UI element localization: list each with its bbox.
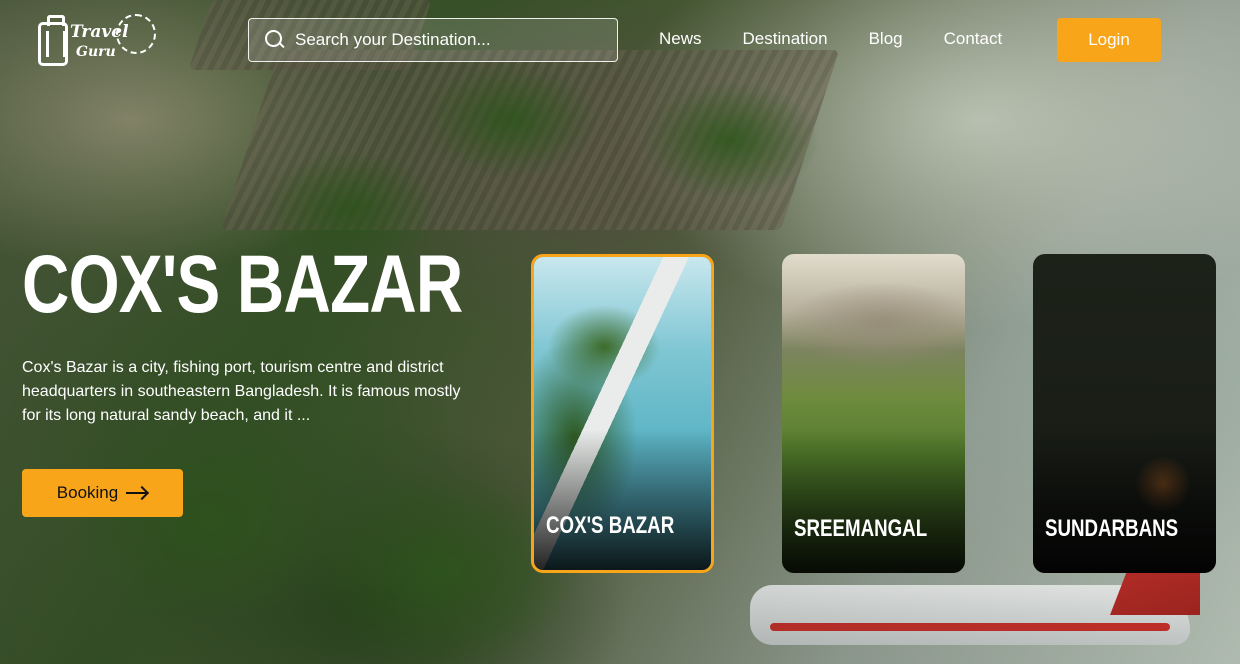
destination-card-sundarbans[interactable]: SUNDARBANS	[1033, 254, 1216, 573]
arrow-right-icon	[126, 486, 148, 500]
card-label: SREEMANGAL	[794, 515, 928, 542]
hero-title: COX'S BAZAR	[22, 239, 463, 330]
suitcase-icon	[38, 15, 68, 66]
nav-link-destination[interactable]: Destination	[743, 28, 828, 50]
booking-button-label: Booking	[56, 483, 119, 502]
card-label: COX'S BAZAR	[546, 512, 675, 539]
card-label: SUNDARBANS	[1045, 515, 1179, 542]
destination-card-coxs-bazar[interactable]: COX'S BAZAR	[531, 254, 714, 573]
main-nav: News Destination Blog Contact	[659, 28, 1002, 50]
search-bar	[248, 18, 618, 62]
search-input[interactable]	[295, 19, 617, 61]
brand-word-guru: Guru	[76, 44, 116, 60]
login-button[interactable]: Login	[1057, 18, 1161, 62]
search-icon[interactable]	[265, 30, 285, 50]
brand-logo[interactable]: Travel Guru	[36, 12, 160, 70]
brand-word-travel: Travel	[70, 22, 129, 42]
nav-link-contact[interactable]: Contact	[944, 28, 1003, 50]
booking-button[interactable]: Booking	[22, 469, 183, 517]
destination-card-sreemangal[interactable]: SREEMANGAL	[782, 254, 965, 573]
hero-description: Cox's Bazar is a city, fishing port, tou…	[22, 359, 461, 424]
nav-link-news[interactable]: News	[659, 28, 702, 50]
nav-link-blog[interactable]: Blog	[869, 28, 903, 50]
